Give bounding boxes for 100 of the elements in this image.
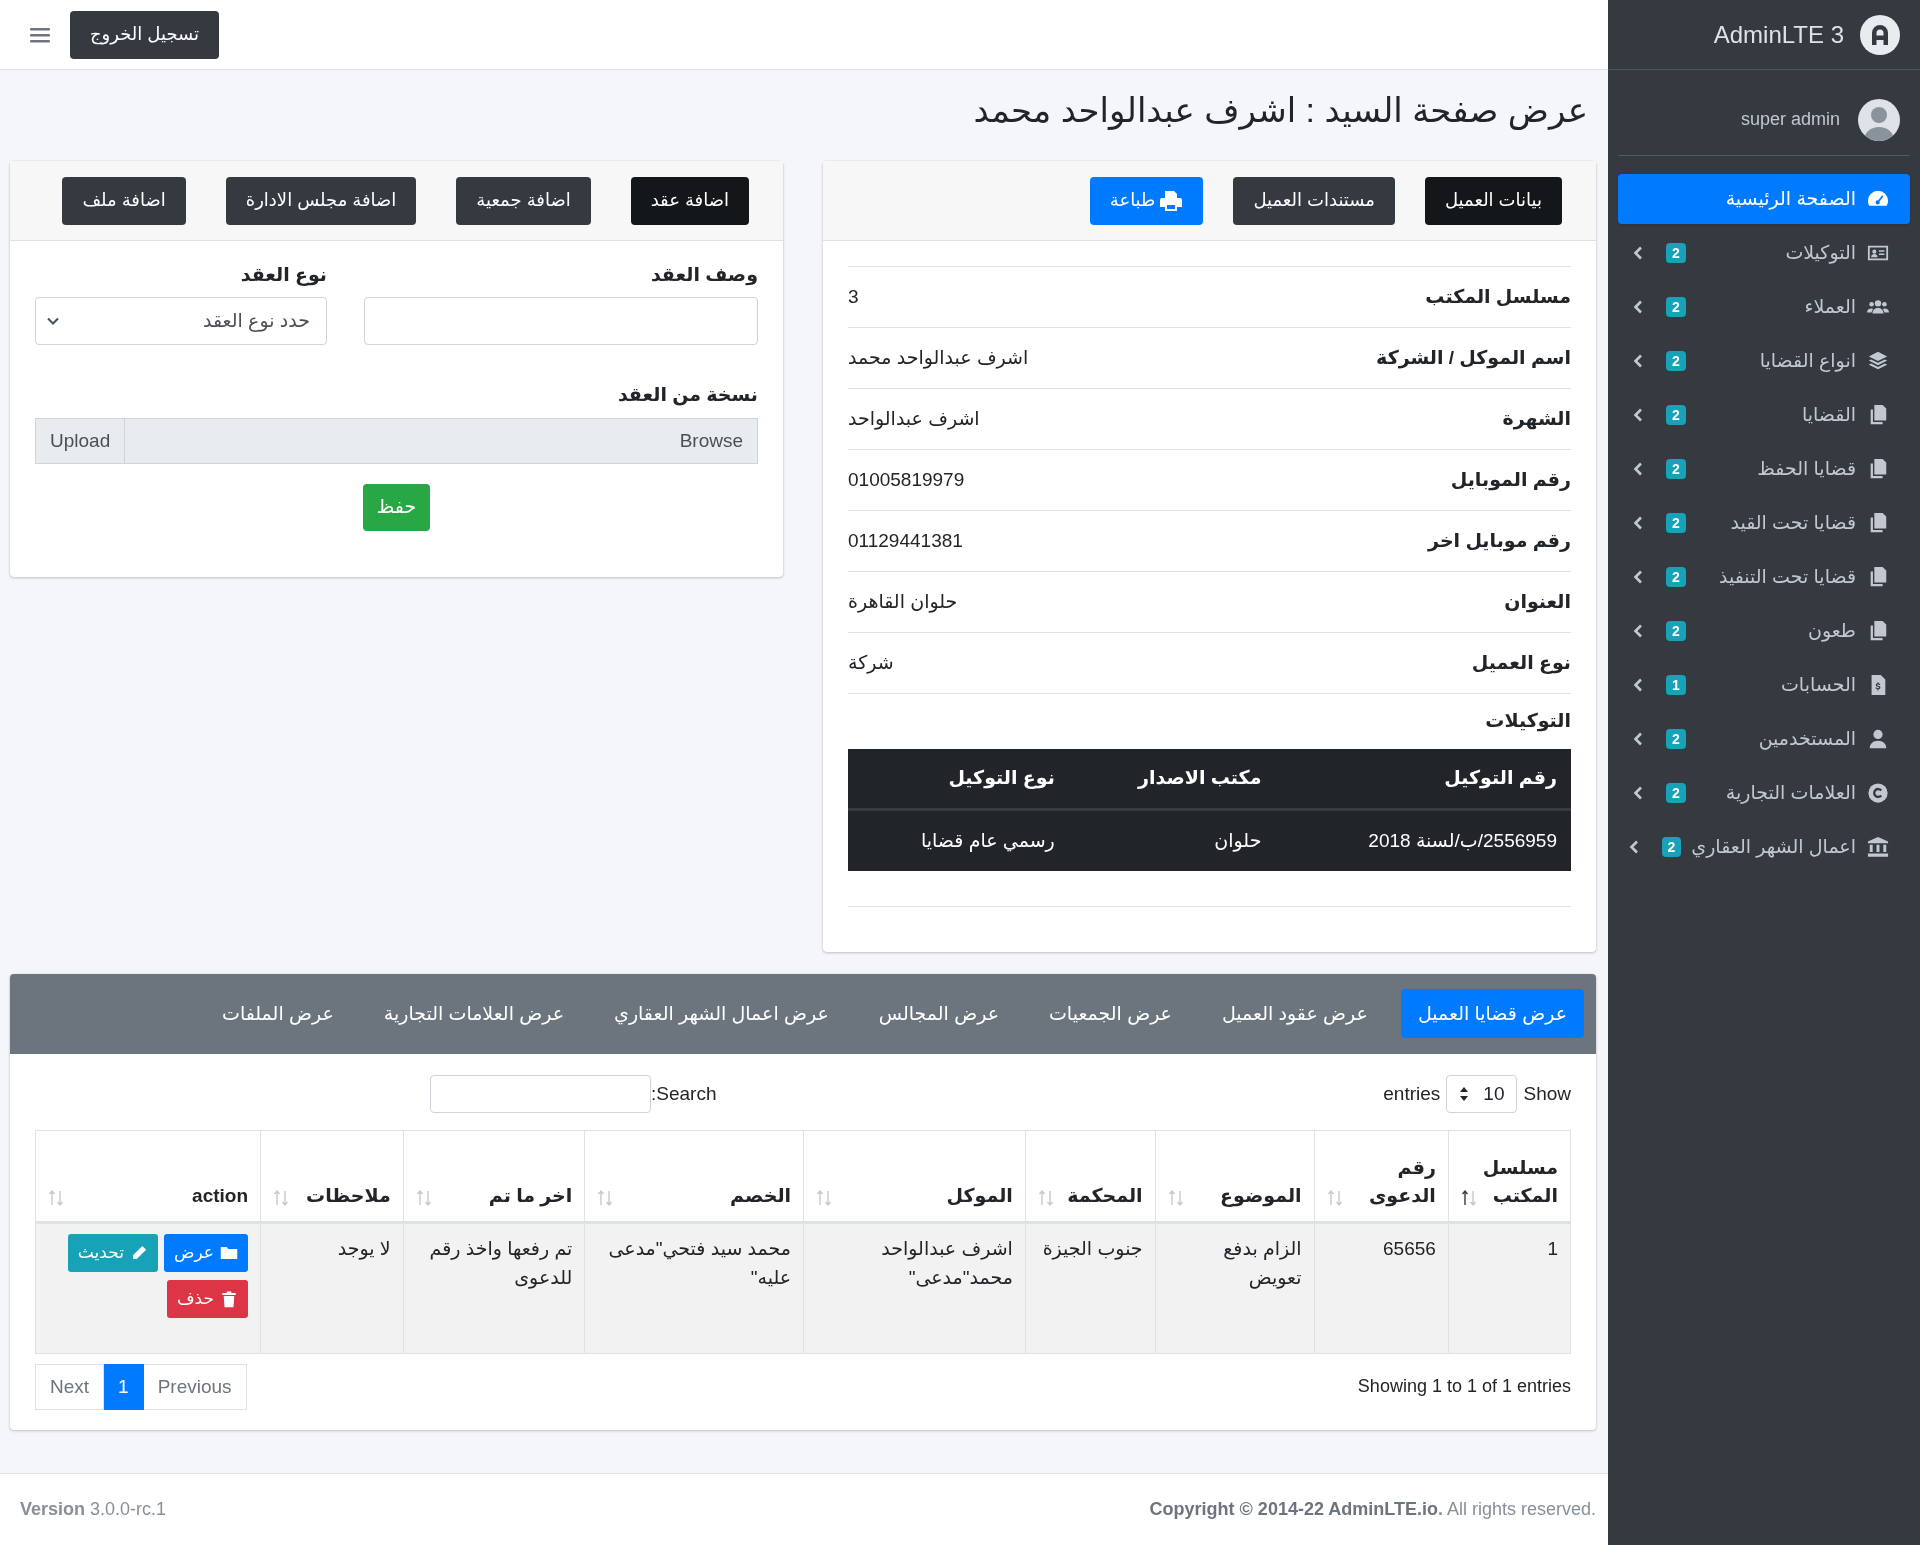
- table-cell: الزام بدفع تعويض: [1155, 1222, 1315, 1354]
- print-button[interactable]: طباعة: [1089, 176, 1204, 225]
- logo-icon: [1860, 14, 1900, 55]
- tab[interactable]: عرض العلامات التجارية: [366, 989, 581, 1039]
- search-label: Search:: [651, 1081, 717, 1106]
- add-button[interactable]: اضافة عقد: [630, 176, 749, 225]
- chevron-left-icon: [1632, 246, 1644, 260]
- pagination-link[interactable]: 1: [103, 1363, 144, 1410]
- field-value: 01129441381: [848, 528, 963, 553]
- count-badge: 2: [1666, 620, 1686, 642]
- field-label: الشهرة: [1502, 406, 1571, 432]
- type-select[interactable]: حدد نوع العقد: [35, 297, 327, 346]
- count-badge: 2: [1666, 296, 1686, 318]
- pagination-link[interactable]: Previous: [142, 1363, 247, 1410]
- chevron-left-icon: [1632, 624, 1644, 638]
- count-badge: 2: [1666, 566, 1686, 588]
- tab[interactable]: عرض الجمعيات: [1032, 989, 1189, 1039]
- count-badge: 2: [1666, 350, 1686, 372]
- chevron-left-icon: [1632, 462, 1644, 476]
- field-label: نوع العقد: [239, 262, 327, 288]
- copyright-icon: [1866, 782, 1890, 804]
- count-badge: 2: [1666, 782, 1686, 804]
- description-input[interactable]: [364, 297, 758, 346]
- chevron-left-icon: [1627, 840, 1640, 854]
- chevron-left-icon: [1632, 678, 1644, 692]
- adminlte-link[interactable]: AdminLTE.io: [1328, 1499, 1438, 1519]
- chevron-left-icon: [1632, 354, 1644, 368]
- field-value: اشرف عبدالواحد محمد: [848, 345, 1029, 371]
- field-label: مسلسل المكتب: [1425, 284, 1571, 309]
- tab[interactable]: عرض عقود العميل: [1204, 989, 1385, 1039]
- field-value: 3: [848, 284, 859, 309]
- count-badge: 2: [1661, 836, 1682, 858]
- bank-icon: [1866, 836, 1890, 858]
- field-label: وصف العقد: [649, 262, 758, 288]
- page-length-select[interactable]: 10: [1446, 1074, 1518, 1113]
- tab[interactable]: عرض قضايا العميل: [1400, 989, 1584, 1039]
- layers-icon: [1866, 350, 1890, 372]
- sort-arrows-icon: [1459, 1085, 1470, 1102]
- copyright-text: Copyright © 2014-22 AdminLTE.io. All rights reserved.: [1149, 1498, 1596, 1521]
- table-cell: 1: [1448, 1222, 1571, 1354]
- view-button[interactable]: عرض: [163, 1233, 248, 1272]
- show-label: Show: [1523, 1081, 1571, 1106]
- field-value: شركة: [848, 650, 894, 676]
- table-cell: محمد سيد فتحي"مدعى عليه": [584, 1222, 804, 1354]
- chevron-left-icon: [1632, 300, 1644, 314]
- chevron-left-icon: [1632, 786, 1644, 800]
- table-cell: لا يوجد: [260, 1222, 404, 1354]
- table-cell: 2556959/ب/لسنة 2018: [1275, 809, 1571, 871]
- table-cell: 65656: [1314, 1222, 1449, 1354]
- chevron-left-icon: [1632, 732, 1644, 746]
- column-header: نوع التوكيل: [848, 748, 1069, 810]
- field-label: رقم الموبايل: [1450, 467, 1571, 493]
- page-title: عرض صفحة السيد : اشرف عبدالواحد محمد: [972, 90, 1589, 131]
- field-value: اشرف عبدالواحد: [848, 406, 980, 432]
- section-title: التوكيلات: [848, 692, 1571, 749]
- table-cell: حلوان: [1068, 809, 1276, 871]
- field-value: حلوان القاهرة: [848, 589, 958, 615]
- count-badge: 2: [1666, 728, 1686, 750]
- count-badge: 1: [1666, 674, 1686, 696]
- field-label: نسخة من العقد: [616, 383, 758, 408]
- chevron-down-icon: [46, 316, 60, 327]
- add-button[interactable]: اضافة مجلس الادارة: [225, 176, 417, 225]
- add-button[interactable]: اضافة جمعية: [456, 176, 591, 225]
- field-label: نوع العميل: [1471, 650, 1571, 676]
- tab[interactable]: عرض اعمال الشهر العقاري: [597, 989, 846, 1039]
- table-cell: تم رفعها واخذ رقم للدعوى: [403, 1222, 585, 1354]
- field-label: رقم موبايل اخر: [1428, 528, 1571, 554]
- sidebar-item[interactable]: الصفحة الرئيسية: [1618, 174, 1910, 224]
- tab[interactable]: عرض الملفات: [205, 989, 351, 1039]
- add-button[interactable]: اضافة ملف: [62, 176, 186, 225]
- table-cell: جنوب الجيزة: [1025, 1222, 1156, 1354]
- field-label: العنوان: [1504, 589, 1571, 615]
- tab-button[interactable]: مستندات العميل: [1233, 176, 1395, 225]
- printer-icon: [1159, 188, 1184, 213]
- count-badge: 2: [1666, 404, 1686, 426]
- count-badge: 2: [1666, 242, 1686, 264]
- delete-button[interactable]: حذف: [166, 1279, 248, 1318]
- table-cell: اشرف عبدالواحد محمد"مدعى": [803, 1222, 1026, 1354]
- chevron-left-icon: [1632, 516, 1644, 530]
- brand-name[interactable]: AdminLTE 3: [1713, 16, 1844, 53]
- pagination-link[interactable]: Next: [35, 1363, 105, 1410]
- count-badge: 2: [1666, 458, 1686, 480]
- version-text: Version 3.0.0-rc.1: [20, 1498, 167, 1521]
- field-label: اسم الموكل / الشركة: [1376, 345, 1571, 371]
- search-field[interactable]: [430, 1074, 651, 1113]
- tab[interactable]: عرض المجالس: [861, 989, 1016, 1039]
- table-cell: رسمي عام قضايا: [848, 809, 1069, 871]
- menu-icon: [30, 25, 50, 44]
- table-info: Showing 1 to 1 of 1 entries: [1357, 1375, 1571, 1399]
- count-badge: 2: [1666, 512, 1686, 534]
- field-value: 01005819979: [848, 467, 965, 492]
- column-header: مكتب الاصدار: [1068, 748, 1276, 810]
- logout-button[interactable]: تسجيل الخروج: [70, 10, 220, 59]
- tab-button[interactable]: بيانات العميل: [1425, 176, 1562, 225]
- entries-label: entries: [1383, 1081, 1441, 1106]
- chevron-left-icon: [1632, 570, 1644, 584]
- chevron-left-icon: [1632, 408, 1644, 422]
- trash-icon: [220, 1289, 238, 1308]
- user-name[interactable]: super admin: [1740, 106, 1840, 133]
- column-header: رقم التوكيل: [1275, 748, 1571, 810]
